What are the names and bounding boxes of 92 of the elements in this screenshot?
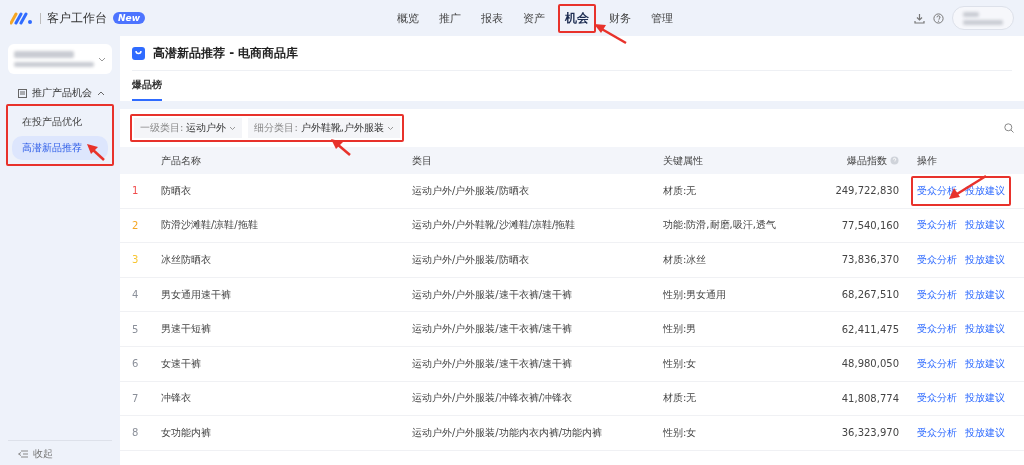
annotation-arrow xyxy=(87,144,105,161)
rank-number: 1 xyxy=(131,185,140,197)
action-link[interactable]: 受众分析 xyxy=(917,253,957,267)
table-cell-text: 冰丝防晒衣 xyxy=(161,253,212,267)
table-cell-text: 冲锋衣 xyxy=(161,391,192,406)
sidebar-item[interactable]: 在投产品优化 xyxy=(12,110,108,134)
action-link[interactable]: 投放建议 xyxy=(965,425,1005,440)
action-link[interactable]: 受众分析 xyxy=(917,287,957,302)
column-header: 类目 xyxy=(412,153,433,168)
blurred-account-selector[interactable] xyxy=(8,44,112,74)
category-filter[interactable]: 细分类目: 户外鞋靴,户外服装 xyxy=(248,118,400,138)
action-link[interactable]: 投放建议 xyxy=(965,253,1005,267)
chevron-down-icon xyxy=(98,57,106,62)
nav-tab[interactable]: 资产 xyxy=(516,4,552,32)
blurred-account-pill[interactable] xyxy=(952,6,1014,30)
table-cell-text: 运动户外/户外服装/速干衣裤/速干裤 xyxy=(412,356,574,371)
sidebar-item[interactable]: 高潜新品推荐 xyxy=(12,136,108,160)
chevron-down-icon xyxy=(386,125,394,131)
action-link[interactable]: 受众分析 xyxy=(917,218,957,233)
rank-number: 5 xyxy=(131,323,140,335)
page-title: 高潜新品推荐 - 电商商品库 xyxy=(153,44,299,62)
table-cell-text: 性别:女 xyxy=(663,425,698,440)
table-cell-text: 62,411,475 xyxy=(840,323,899,335)
table-cell-text: 材质:冰丝 xyxy=(663,253,708,267)
download-icon[interactable] xyxy=(914,12,925,24)
rank-number: 6 xyxy=(131,358,140,370)
list-icon xyxy=(18,88,27,98)
action-link[interactable]: 受众分析 xyxy=(917,322,957,337)
chevron-down-icon xyxy=(229,125,237,131)
column-header: 操作 xyxy=(916,153,938,168)
rank-number: 3 xyxy=(131,254,140,266)
table-cell-text: 功能:防滑,耐磨,吸汗,透气 xyxy=(663,218,777,233)
table-cell-text: 性别:女 xyxy=(663,356,698,371)
table-cell-text: 77,540,160 xyxy=(840,219,899,231)
logo-icon xyxy=(10,11,34,25)
table-cell-text: 材质:无 xyxy=(663,183,698,198)
action-link[interactable]: 受众分析 xyxy=(917,391,957,406)
table-cell-text: 运动户外/户外服装/冲锋衣裤/冲锋衣 xyxy=(412,391,574,406)
rank-number: 8 xyxy=(131,427,140,439)
rank-number: 2 xyxy=(131,219,140,231)
table-cell-text: 性别:男 xyxy=(663,322,698,337)
chevron-icon xyxy=(97,90,105,96)
table-cell-text: 材质:无 xyxy=(663,391,698,406)
collapse-icon xyxy=(18,450,28,458)
table-cell-text: 防滑沙滩鞋/凉鞋/拖鞋 xyxy=(161,218,259,233)
action-link[interactable]: 投放建议 xyxy=(965,356,1005,371)
column-header: 爆品指数 xyxy=(833,153,899,168)
rank-number: 7 xyxy=(131,392,140,404)
table-cell-text: 249,722,830 xyxy=(834,185,899,197)
table-cell-text: 运动户外/户外服装/防晒衣 xyxy=(412,183,530,198)
table-cell-text: 性别:男女通用 xyxy=(663,287,728,302)
table-cell-text: 41,808,774 xyxy=(840,392,899,404)
table-cell-text: 运动户外/户外鞋靴/沙滩鞋/凉鞋/拖鞋 xyxy=(412,218,577,233)
action-link[interactable]: 投放建议 xyxy=(965,322,1005,337)
table-cell-text: 68,267,510 xyxy=(840,289,899,301)
action-link[interactable]: 投放建议 xyxy=(965,287,1005,302)
nav-tab[interactable]: 推广 xyxy=(432,4,468,32)
table-cell-text: 运动户外/户外服装/防晒衣 xyxy=(412,253,530,267)
action-link[interactable]: 投放建议 xyxy=(965,218,1005,233)
app-title: 客户工作台 xyxy=(47,9,107,27)
table-cell-text: 36,323,970 xyxy=(840,427,899,439)
table-cell-text: 运动户外/户外服装/速干衣裤/速干裤 xyxy=(412,322,574,337)
table-cell-text: 防晒衣 xyxy=(161,183,192,198)
help-icon[interactable] xyxy=(933,12,944,24)
table-cell-text: 73,836,370 xyxy=(840,254,899,266)
new-badge: New xyxy=(113,12,145,24)
nav-tab[interactable]: 报表 xyxy=(474,4,510,32)
table-cell-text: 48,980,050 xyxy=(840,358,899,370)
collapse-button[interactable]: 收起 xyxy=(8,440,112,465)
help-icon xyxy=(890,156,899,165)
annotation-arrow xyxy=(594,24,627,45)
nav-tab[interactable]: 管理 xyxy=(644,4,680,32)
ranking-tab[interactable]: 爆品榜 xyxy=(132,71,162,101)
column-header: 产品名称 xyxy=(161,153,202,168)
action-link[interactable]: 受众分析 xyxy=(917,425,957,440)
table-cell-text: 运动户外/户外服装/速干衣裤/速干裤 xyxy=(412,287,574,302)
search-icon[interactable] xyxy=(1004,123,1014,133)
column-header: 关键属性 xyxy=(663,153,704,168)
action-link[interactable]: 受众分析 xyxy=(917,356,957,371)
nav-tab[interactable]: 财务 xyxy=(602,4,638,32)
table-cell-text: 男速干短裤 xyxy=(161,322,212,337)
table-cell-text: 运动户外/户外服装/功能内衣内裤/功能内裤 xyxy=(412,425,604,440)
rank-number: 4 xyxy=(131,289,140,301)
nav-tab[interactable]: 概览 xyxy=(390,4,426,32)
action-link[interactable]: 投放建议 xyxy=(965,391,1005,406)
nav-tab[interactable]: 机会 xyxy=(558,3,596,33)
sidebar-group-header[interactable]: 推广产品机会 xyxy=(18,86,112,100)
shopping-bag-icon xyxy=(132,46,145,60)
category-filter[interactable]: 一级类目: 运动户外 xyxy=(134,118,243,138)
table-cell-text: 女功能内裤 xyxy=(161,425,212,440)
table-cell-text: 女速干裤 xyxy=(161,356,202,371)
table-cell-text: 男女通用速干裤 xyxy=(161,287,232,302)
